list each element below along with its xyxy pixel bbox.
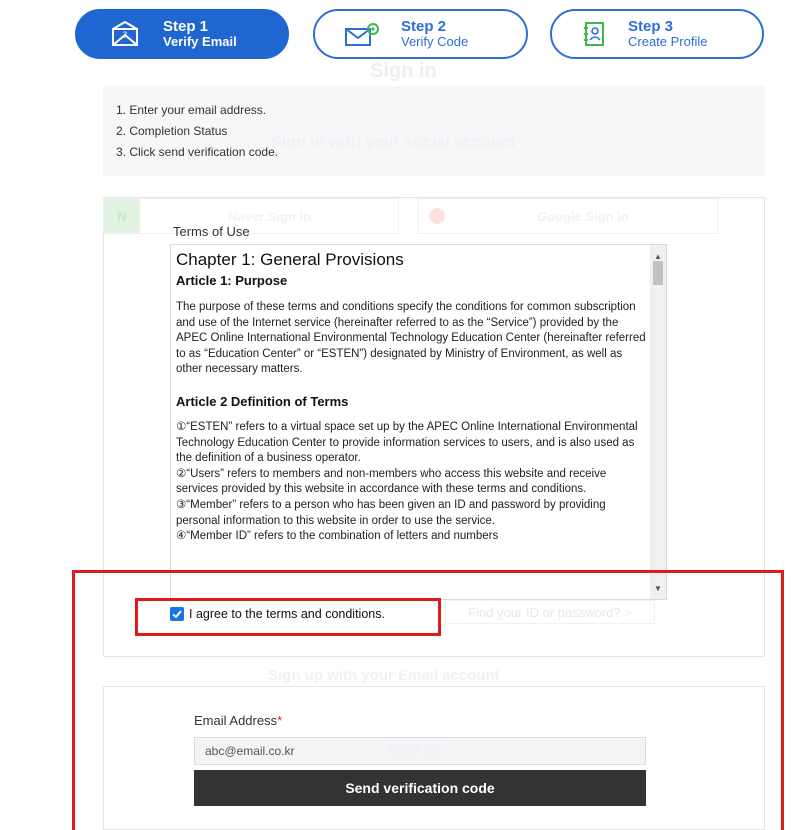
step-3-create-profile[interactable]: Step 3 Create Profile [550, 9, 764, 59]
step-3-label: Create Profile [628, 34, 708, 49]
article-2-heading: Article 2 Definition of Terms [176, 393, 349, 409]
article-1-text: The purpose of these terms and condition… [176, 301, 646, 376]
step-1-label: Verify Email [163, 34, 237, 49]
step-3-number: Step 3 [628, 18, 674, 35]
ghost-google-button: Google Sign in [418, 198, 718, 234]
naver-icon: N [104, 199, 140, 233]
article-2-text: ①“ESTEN” refers to a virtual space set u… [176, 420, 638, 543]
terms-content: Chapter 1: General Provisions Article 1:… [173, 247, 650, 597]
step-2-number: Step 2 [401, 18, 447, 35]
instruction-item: 1. Enter your email address. [116, 103, 267, 117]
ghost-google-label: Google Sign in [537, 208, 629, 224]
email-code-icon [343, 18, 383, 50]
page: Sign in Sign in with your social account… [0, 0, 811, 830]
profile-book-icon [574, 18, 614, 50]
step-1-verify-email[interactable]: ? Step 1 Verify Email [75, 9, 289, 59]
ghost-naver-button: N Naver Sign in [103, 198, 399, 234]
highlight-box-email [72, 570, 784, 830]
google-icon [419, 199, 455, 233]
article-1-heading: Article 1: Purpose [176, 273, 288, 288]
ghost-social-heading: Sign in with your social account [271, 134, 516, 151]
step-2-label: Verify Code [401, 34, 469, 49]
svg-text:?: ? [123, 31, 128, 41]
step-1-number: Step 1 [163, 18, 209, 35]
scrollbar-thumb[interactable] [653, 261, 663, 285]
step-2-verify-code[interactable]: Step 2 Verify Code [313, 9, 528, 59]
email-icon: ? [105, 18, 145, 50]
terms-title: Terms of Use [173, 224, 250, 239]
chapter-heading: Chapter 1: General Provisions [176, 250, 404, 269]
instructions-panel: 1. Enter your email address. 2. Completi… [103, 86, 765, 176]
ghost-sign-in-title: Sign in [370, 60, 437, 82]
ghost-naver-label: Naver Sign in [228, 208, 312, 224]
terms-scroll-box[interactable]: Chapter 1: General Provisions Article 1:… [170, 244, 667, 600]
terms-scrollbar[interactable]: ▲ ▼ [650, 245, 666, 599]
